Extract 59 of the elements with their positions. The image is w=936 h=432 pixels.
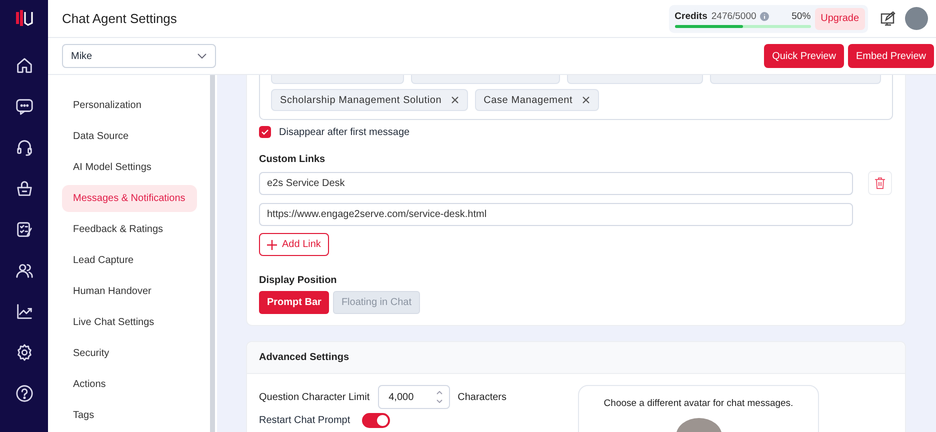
sidebar-item[interactable]: Feedback & Ratings	[62, 216, 197, 243]
tag-input-box[interactable]: Scholarship Management Solution Case Management	[259, 75, 893, 120]
settings-icon[interactable]	[14, 343, 34, 362]
credits-label: Credits	[674, 10, 708, 22]
sidebar-item[interactable]: Actions	[62, 371, 197, 398]
sidebar-item[interactable]: Live Chat Settings	[62, 309, 197, 336]
sidebar-item[interactable]: Lead Capture	[62, 247, 197, 274]
plus-icon	[267, 240, 277, 250]
scrollbar[interactable]	[210, 75, 215, 432]
unit-label: Characters	[458, 392, 507, 402]
sidebar-item[interactable]: Tags	[62, 402, 197, 429]
home-icon[interactable]	[14, 56, 34, 75]
users-icon[interactable]	[14, 261, 34, 280]
checkmark-icon	[261, 129, 269, 135]
tag-label: Scholarship Management Solution	[280, 94, 442, 106]
field-label: Restart Chat Prompt	[259, 415, 350, 426]
sidebar-item[interactable]: Data Source	[62, 123, 197, 150]
brand-logo-icon	[15, 9, 33, 27]
remove-icon[interactable]	[582, 96, 590, 104]
section-label: Custom Links	[259, 154, 326, 165]
field-label: Question Character Limit	[259, 392, 370, 402]
checkbox[interactable]	[259, 126, 271, 138]
chevron-down-icon	[197, 53, 207, 59]
agent-select[interactable]: Mike	[62, 44, 216, 68]
credits-value: 2476/5000	[711, 10, 756, 22]
credits-percent: 50%	[792, 10, 811, 22]
link-input[interactable]: https://www.engage2serve.com/service-desk.html	[259, 203, 853, 226]
checklist-icon[interactable]	[14, 220, 34, 239]
preview-button[interactable]: Embed Preview	[848, 44, 934, 68]
card-title: Advanced Settings	[259, 352, 350, 363]
basket-icon[interactable]	[14, 179, 34, 198]
sidebar-item[interactable]: Messages & Notifications	[62, 185, 197, 212]
sidebar-item[interactable]: AI Model Settings	[62, 154, 197, 181]
number-input[interactable]: 4,000	[378, 385, 450, 409]
checkbox-label: Disappear after first message	[279, 126, 410, 138]
sidebar-item[interactable]: Security	[62, 340, 197, 367]
sidebar-item[interactable]: Personalization	[62, 92, 197, 119]
avatar-placeholder[interactable]	[905, 7, 928, 30]
edit-icon[interactable]	[880, 10, 896, 26]
avatar-caption: Choose a different avatar for chat messages.	[604, 398, 794, 409]
trash-icon	[875, 177, 885, 189]
info-icon[interactable]	[760, 12, 770, 20]
stepper-icon[interactable]	[436, 390, 443, 404]
add-link-button[interactable]: Add Link	[259, 233, 329, 256]
toggle-switch[interactable]	[362, 413, 390, 428]
delete-button[interactable]	[868, 171, 892, 195]
link-input[interactable]: e2s Service Desk	[259, 172, 853, 194]
position-option[interactable]: Prompt Bar	[259, 291, 330, 314]
remove-icon[interactable]	[450, 96, 459, 104]
section-label: Display Position	[259, 275, 338, 286]
sidebar-item[interactable]: Human Handover	[62, 278, 197, 305]
preview-button[interactable]: Quick Preview	[764, 44, 844, 68]
tag-label: Case Management	[484, 94, 573, 106]
line-chart-icon[interactable]	[14, 302, 34, 321]
headset-icon[interactable]	[14, 138, 34, 157]
help-icon[interactable]	[14, 384, 34, 403]
chat-icon[interactable]	[14, 97, 34, 116]
upgrade-button[interactable]: Upgrade	[814, 8, 865, 30]
page-title: Chat Agent Settings	[62, 11, 178, 26]
